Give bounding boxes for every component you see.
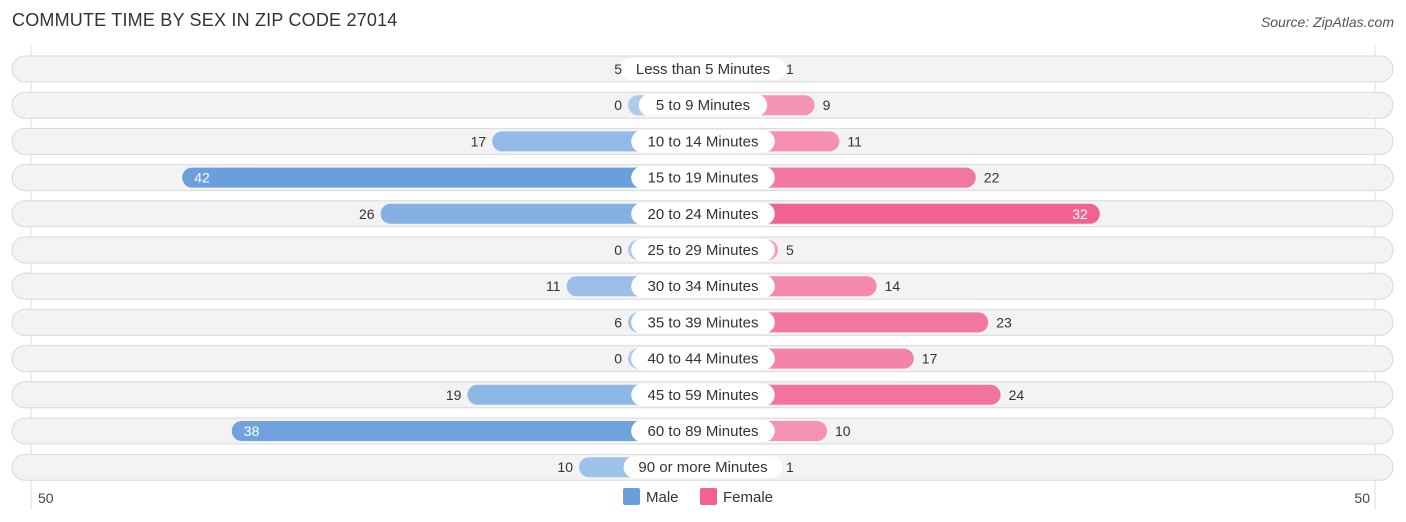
row-60-to-89-minutes: 60 to 89 Minutes 38 10 bbox=[11, 417, 1394, 445]
value-label-female: 22 bbox=[984, 170, 1000, 186]
category-label: 60 to 89 Minutes bbox=[648, 423, 759, 440]
value-label-female: 10 bbox=[835, 423, 851, 439]
category-label: 10 to 14 Minutes bbox=[648, 133, 759, 150]
value-label-male: 6 bbox=[614, 314, 622, 330]
category-label: 90 or more Minutes bbox=[638, 459, 767, 476]
category-label: 15 to 19 Minutes bbox=[648, 170, 759, 187]
category-label: 30 to 34 Minutes bbox=[648, 278, 759, 295]
category-label: 45 to 59 Minutes bbox=[648, 387, 759, 404]
chart-rows: Less than 5 Minutes 5 1 5 to 9 Minutes 0 9 10 … bbox=[11, 45, 1394, 510]
row-45-to-59-minutes: 45 to 59 Minutes 19 24 bbox=[11, 381, 1394, 409]
value-label-male: 38 bbox=[244, 423, 260, 439]
category-label: 5 to 9 Minutes bbox=[656, 97, 750, 114]
value-label-female: 5 bbox=[786, 242, 794, 258]
legend-swatch-female bbox=[700, 488, 717, 505]
chart-svg: Less than 5 Minutes 5 1 5 to 9 Minutes 0 9 10 … bbox=[11, 45, 1394, 510]
category-label: 40 to 44 Minutes bbox=[648, 351, 759, 368]
value-label-female: 1 bbox=[786, 61, 794, 77]
category-label: 25 to 29 Minutes bbox=[648, 242, 759, 259]
row-less-than-5-minutes: Less than 5 Minutes 5 1 bbox=[11, 55, 1394, 83]
value-label-female: 23 bbox=[996, 314, 1012, 330]
row-10-to-14-minutes: 10 to 14 Minutes 17 11 bbox=[11, 127, 1394, 155]
value-label-female: 17 bbox=[922, 351, 938, 367]
legend: Male Female bbox=[623, 488, 773, 506]
value-label-female: 11 bbox=[847, 133, 862, 149]
value-label-male: 0 bbox=[614, 351, 622, 367]
value-label-female: 24 bbox=[1009, 387, 1025, 403]
value-label-male: 42 bbox=[194, 170, 210, 186]
value-label-male: 5 bbox=[614, 61, 622, 77]
category-label: 20 to 24 Minutes bbox=[648, 206, 759, 223]
value-label-male: 26 bbox=[359, 206, 375, 222]
value-label-male: 11 bbox=[546, 278, 561, 294]
row-15-to-19-minutes: 15 to 19 Minutes 42 22 bbox=[11, 164, 1394, 192]
value-label-female: 9 bbox=[823, 97, 831, 113]
category-label: Less than 5 Minutes bbox=[636, 61, 770, 78]
value-label-male: 19 bbox=[446, 387, 462, 403]
value-label-male: 10 bbox=[557, 459, 573, 475]
axis-label-left: 50 bbox=[38, 490, 54, 506]
row-40-to-44-minutes: 40 to 44 Minutes 0 17 bbox=[11, 345, 1394, 373]
value-label-male: 0 bbox=[614, 97, 622, 113]
value-label-male: 0 bbox=[614, 242, 622, 258]
legend-label-male: Male bbox=[646, 489, 679, 506]
row-30-to-34-minutes: 30 to 34 Minutes 11 14 bbox=[11, 272, 1394, 300]
value-label-male: 17 bbox=[471, 133, 487, 149]
axis-label-right: 50 bbox=[1354, 490, 1370, 506]
row-35-to-39-minutes: 35 to 39 Minutes 6 23 bbox=[11, 308, 1394, 336]
row-20-to-24-minutes: 20 to 24 Minutes 26 32 bbox=[11, 200, 1394, 228]
category-label: 35 to 39 Minutes bbox=[648, 314, 759, 331]
row-25-to-29-minutes: 25 to 29 Minutes 0 5 bbox=[11, 236, 1394, 264]
value-label-female: 14 bbox=[885, 278, 901, 294]
row-5-to-9-minutes: 5 to 9 Minutes 0 9 bbox=[11, 91, 1394, 119]
legend-swatch-male bbox=[623, 488, 640, 505]
value-label-female: 1 bbox=[786, 459, 794, 475]
legend-label-female: Female bbox=[723, 489, 773, 506]
value-label-female: 32 bbox=[1072, 206, 1088, 222]
row-90-or-more-minutes: 90 or more Minutes 10 1 bbox=[11, 453, 1394, 481]
